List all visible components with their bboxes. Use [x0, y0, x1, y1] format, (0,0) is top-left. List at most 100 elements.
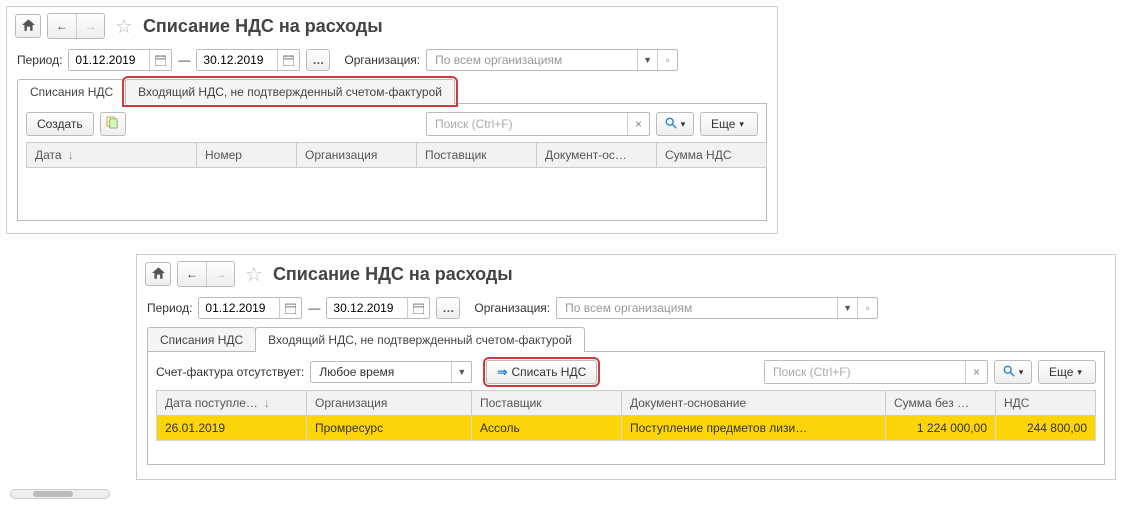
invoice-missing-select[interactable]: Любое время ▼ [310, 361, 472, 383]
create-button[interactable]: Создать [26, 112, 94, 136]
writeoff-vat-button[interactable]: ⇒ Списать НДС [486, 360, 597, 384]
col-docbase[interactable]: Документ-основание [622, 391, 886, 416]
more-button[interactable]: Еще ▾ [700, 112, 758, 136]
col-vat[interactable]: НДС [996, 391, 1096, 416]
cell-docbase: Поступление предметов лизи… [622, 416, 886, 441]
arrow-left-icon: ← [186, 267, 198, 281]
period-separator: — [178, 53, 190, 67]
period-label: Период: [147, 301, 192, 315]
calendar-icon[interactable] [407, 298, 429, 318]
calendar-icon[interactable] [277, 50, 299, 70]
more-button-label: Еще [1049, 365, 1073, 379]
arrow-left-icon: ← [56, 19, 68, 33]
home-button[interactable] [15, 14, 41, 38]
page-title: Списание НДС на расходы [143, 16, 383, 37]
copy-button[interactable] [100, 112, 126, 136]
invoice-missing-value: Любое время [311, 362, 451, 382]
nav-buttons: ← → [177, 261, 235, 287]
open-dialog-icon[interactable]: ▫ [657, 50, 677, 70]
period-separator: — [308, 301, 320, 315]
date-from-input[interactable] [199, 298, 279, 318]
date-to-field[interactable] [326, 297, 430, 319]
more-button[interactable]: Еще ▾ [1038, 360, 1096, 384]
horizontal-scrollbar[interactable] [10, 489, 110, 499]
home-icon [22, 19, 35, 34]
org-select-placeholder: По всем организациям [427, 50, 637, 70]
chevron-down-icon: ▾ [681, 119, 686, 130]
arrow-right-icon: → [215, 267, 227, 281]
org-select-placeholder: По всем организациям [557, 298, 837, 318]
arrow-right-icon: ⇒ [497, 365, 507, 379]
ellipsis-icon: … [312, 53, 324, 67]
col-supplier[interactable]: Поставщик [417, 143, 537, 168]
open-dialog-icon[interactable]: ▫ [857, 298, 877, 318]
cell-vat: 244 800,00 [996, 416, 1096, 441]
search-field[interactable]: × [764, 360, 988, 384]
find-button[interactable]: ▾ [994, 360, 1032, 384]
date-from-input[interactable] [69, 50, 149, 70]
ellipsis-icon: … [442, 301, 454, 315]
clear-search-icon[interactable]: × [627, 113, 649, 135]
scrollbar-thumb[interactable] [33, 491, 73, 497]
dropdown-icon[interactable]: ▼ [451, 362, 471, 382]
date-to-input[interactable] [327, 298, 407, 318]
nav-forward-button: → [206, 262, 234, 286]
period-picker-button[interactable]: … [436, 297, 460, 319]
copy-icon [106, 116, 119, 132]
date-from-field[interactable] [68, 49, 172, 71]
dropdown-icon[interactable]: ▼ [637, 50, 657, 70]
col-vat[interactable]: Сумма НДС [657, 143, 767, 168]
col-docbase[interactable]: Документ-ос… [537, 143, 657, 168]
more-button-label: Еще [711, 117, 735, 131]
nav-buttons: ← → [47, 13, 105, 39]
chevron-down-icon: ▾ [1019, 367, 1024, 378]
date-from-field[interactable] [198, 297, 302, 319]
page-title: Списание НДС на расходы [273, 264, 513, 285]
org-select[interactable]: По всем организациям ▼ ▫ [426, 49, 678, 71]
cell-org: Промресурс [307, 416, 472, 441]
table-row[interactable]: 26.01.2019 Промресурс Ассоль Поступление… [157, 416, 1096, 441]
nav-back-button[interactable]: ← [178, 262, 206, 286]
org-label: Организация: [344, 53, 420, 67]
favorite-star-icon[interactable]: ☆ [115, 14, 133, 39]
writeoff-vat-label: Списать НДС [511, 365, 586, 379]
clear-search-icon[interactable]: × [965, 361, 987, 383]
org-label: Организация: [474, 301, 550, 315]
search-input[interactable] [427, 113, 627, 135]
col-date[interactable]: Дата [27, 143, 197, 168]
search-field[interactable]: × [426, 112, 650, 136]
tab-spisania[interactable]: Списания НДС [17, 79, 126, 104]
tab-incoming-vat[interactable]: Входящий НДС, не подтвержденный счетом-ф… [255, 327, 585, 352]
nav-back-button[interactable]: ← [48, 14, 76, 38]
col-org[interactable]: Организация [307, 391, 472, 416]
home-icon [152, 267, 165, 282]
favorite-star-icon[interactable]: ☆ [245, 262, 263, 287]
create-button-label: Создать [37, 117, 83, 131]
calendar-icon[interactable] [279, 298, 301, 318]
tab-spisania[interactable]: Списания НДС [147, 327, 256, 352]
period-picker-button[interactable]: … [306, 49, 330, 71]
cell-sum-no-vat: 1 224 000,00 [886, 416, 996, 441]
col-number[interactable]: Номер [197, 143, 297, 168]
col-supplier[interactable]: Поставщик [472, 391, 622, 416]
calendar-icon[interactable] [149, 50, 171, 70]
cell-supplier: Ассоль [472, 416, 622, 441]
org-select[interactable]: По всем организациям ▼ ▫ [556, 297, 878, 319]
date-to-input[interactable] [197, 50, 277, 70]
date-to-field[interactable] [196, 49, 300, 71]
col-org[interactable]: Организация [297, 143, 417, 168]
find-button[interactable]: ▾ [656, 112, 694, 136]
invoice-missing-label: Счет-фактура отсутствует: [156, 365, 304, 379]
search-icon [1003, 365, 1015, 380]
home-button[interactable] [145, 262, 171, 286]
incoming-vat-table: Дата поступле… Организация Поставщик Док… [156, 390, 1096, 441]
search-icon [665, 117, 677, 132]
col-sum-no-vat[interactable]: Сумма без … [886, 391, 996, 416]
chevron-down-icon: ▾ [1077, 367, 1082, 378]
tab-incoming-vat[interactable]: Входящий НДС, не подтвержденный счетом-ф… [125, 79, 455, 104]
chevron-down-icon: ▾ [739, 119, 744, 130]
col-date-received[interactable]: Дата поступле… [157, 391, 307, 416]
cell-date: 26.01.2019 [157, 416, 307, 441]
dropdown-icon[interactable]: ▼ [837, 298, 857, 318]
search-input[interactable] [765, 361, 965, 383]
